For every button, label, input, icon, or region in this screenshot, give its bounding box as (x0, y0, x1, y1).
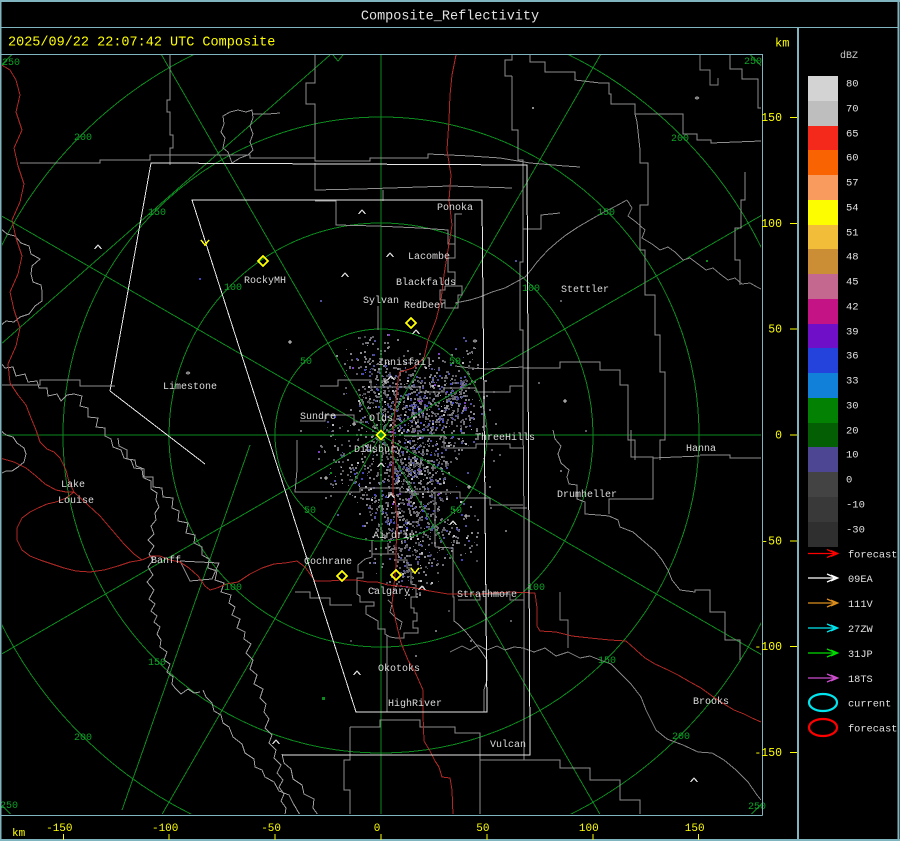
svg-text:-50: -50 (761, 535, 782, 548)
svg-text:50: 50 (304, 506, 316, 517)
svg-text:150: 150 (685, 823, 705, 835)
svg-text:150: 150 (761, 112, 782, 125)
svg-text:forecast: forecast (848, 550, 897, 562)
svg-text:50: 50 (476, 823, 489, 835)
svg-text:31JP: 31JP (848, 649, 873, 661)
svg-text:150: 150 (148, 658, 166, 669)
svg-text:Blackfalds: Blackfalds (396, 277, 456, 289)
svg-text:30: 30 (846, 401, 859, 413)
svg-text:Cochrane: Cochrane (304, 556, 352, 568)
svg-text:250: 250 (748, 802, 766, 813)
svg-text:Brooks: Brooks (693, 696, 729, 708)
svg-text:-10: -10 (846, 500, 865, 512)
svg-text:Stettler: Stettler (561, 284, 609, 296)
svg-text:current: current (848, 699, 891, 711)
svg-text:250: 250 (744, 57, 762, 68)
svg-text:Lake: Lake (61, 479, 85, 491)
svg-text:km: km (12, 828, 26, 840)
svg-text:111V: 111V (848, 599, 874, 611)
svg-text:-30: -30 (846, 525, 865, 537)
svg-text:Composite_Reflectivity: Composite_Reflectivity (361, 10, 539, 25)
svg-text:Strathmore: Strathmore (457, 589, 517, 601)
svg-text:45: 45 (846, 277, 859, 289)
svg-text:18TS: 18TS (848, 674, 873, 686)
svg-text:-150: -150 (46, 823, 72, 835)
svg-text:100: 100 (527, 583, 545, 594)
svg-text:54: 54 (846, 203, 859, 215)
svg-text:70: 70 (846, 104, 859, 116)
svg-text:09EA: 09EA (848, 574, 874, 586)
svg-text:100: 100 (579, 823, 599, 835)
svg-text:39: 39 (846, 327, 859, 339)
svg-text:Sundre: Sundre (300, 411, 336, 423)
svg-text:km: km (775, 37, 789, 51)
svg-text:RedDeer: RedDeer (404, 300, 446, 312)
svg-text:Okotoks: Okotoks (378, 663, 420, 675)
svg-text:Limestone: Limestone (163, 381, 217, 393)
svg-text:50: 50 (449, 357, 461, 368)
svg-text:ThreeHills: ThreeHills (475, 432, 535, 444)
svg-text:2025/09/22 22:07:42 UTC Compos: 2025/09/22 22:07:42 UTC Composite (8, 36, 275, 51)
svg-text:Calgary: Calgary (368, 586, 410, 598)
svg-text:42: 42 (846, 302, 859, 314)
svg-text:250: 250 (2, 58, 20, 69)
svg-text:-50: -50 (261, 823, 281, 835)
svg-text:150: 150 (148, 208, 166, 219)
svg-text:48: 48 (846, 252, 859, 264)
svg-text:Innisfail: Innisfail (378, 357, 432, 369)
svg-text:RockyMH: RockyMH (244, 275, 286, 287)
svg-text:0: 0 (374, 823, 381, 835)
svg-text:50: 50 (450, 506, 462, 517)
svg-text:200: 200 (74, 733, 92, 744)
svg-text:Didsbury: Didsbury (354, 444, 402, 456)
svg-text:Olds: Olds (369, 413, 393, 425)
svg-text:*: * (694, 94, 700, 106)
svg-text:50: 50 (300, 357, 312, 368)
svg-text:-150: -150 (754, 747, 782, 760)
svg-text:100: 100 (522, 284, 540, 295)
svg-text:50: 50 (768, 324, 782, 337)
svg-text:Sylvan: Sylvan (363, 295, 399, 307)
svg-text:100: 100 (224, 583, 242, 594)
svg-text:*: * (472, 337, 478, 349)
svg-text:57: 57 (846, 178, 859, 190)
svg-text:Drumheller: Drumheller (557, 489, 617, 501)
svg-text:forecast: forecast (848, 724, 897, 736)
svg-text:Airdrie: Airdrie (373, 530, 415, 542)
svg-text:200: 200 (672, 732, 690, 743)
svg-text:20: 20 (846, 426, 859, 438)
svg-text:*: * (185, 369, 191, 381)
svg-text:-100: -100 (152, 823, 178, 835)
svg-text:200: 200 (671, 134, 689, 145)
svg-text:-100: -100 (754, 641, 782, 654)
svg-text:dBZ: dBZ (840, 50, 858, 62)
svg-text:36: 36 (846, 351, 859, 363)
svg-text:250: 250 (0, 801, 18, 812)
svg-text:Lacombe: Lacombe (408, 251, 450, 263)
svg-text:HighRiver: HighRiver (388, 698, 442, 710)
svg-text:Banff: Banff (151, 555, 181, 567)
svg-text:65: 65 (846, 129, 859, 141)
svg-text:100: 100 (761, 218, 782, 231)
svg-text:0: 0 (775, 430, 782, 443)
svg-text:60: 60 (846, 153, 859, 165)
svg-text:100: 100 (224, 283, 242, 294)
svg-text:33: 33 (846, 376, 859, 388)
svg-text:150: 150 (597, 208, 615, 219)
svg-text:200: 200 (74, 133, 92, 144)
svg-text:51: 51 (846, 228, 859, 240)
svg-text:80: 80 (846, 79, 859, 91)
svg-text:Louise: Louise (58, 495, 94, 507)
svg-text:150: 150 (598, 656, 616, 667)
svg-text:27ZW: 27ZW (848, 624, 874, 636)
svg-text:Hanna: Hanna (686, 444, 716, 455)
svg-text:Ponoka: Ponoka (437, 202, 473, 214)
svg-text:0: 0 (846, 475, 852, 487)
svg-text:Vulcan: Vulcan (490, 739, 526, 751)
svg-text:10: 10 (846, 450, 859, 462)
